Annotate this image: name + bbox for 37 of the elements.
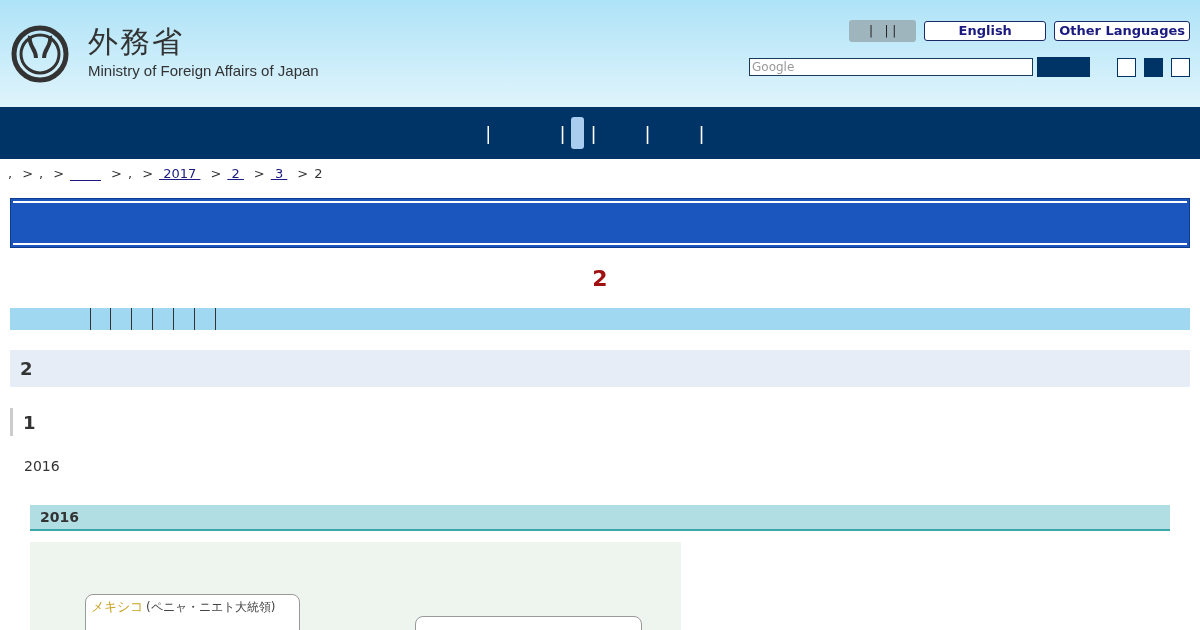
figure-caption: 2016	[40, 507, 79, 527]
breadcrumb-separator: >	[111, 165, 122, 184]
nav-item[interactable]	[571, 117, 585, 149]
nav-item[interactable]: |	[698, 119, 705, 147]
logo-subtitle: Ministry of Foreign Affairs of Japan	[88, 61, 319, 82]
breadcrumb-item: ,	[128, 165, 133, 184]
breadcrumb-separator: >	[210, 165, 222, 184]
utility-links[interactable]: | | |	[849, 20, 917, 42]
breadcrumb-separator: >	[53, 165, 65, 184]
search-field[interactable]: Google	[749, 58, 1033, 76]
breadcrumb-link[interactable]: 3	[270, 164, 288, 184]
breadcrumb-separator: >	[297, 165, 309, 184]
text-size-button[interactable]	[1117, 57, 1136, 77]
nav-item[interactable]: |	[485, 119, 492, 147]
text-size-button[interactable]	[1144, 57, 1163, 77]
leader-name: (ペニャ・ニエト大統領)	[146, 599, 276, 616]
breadcrumb-link[interactable]: 2017	[159, 164, 201, 184]
page-title: 2	[592, 264, 608, 293]
section-heading: 2	[20, 357, 33, 381]
subheading: 1	[23, 410, 36, 435]
country-name: メキシコ	[91, 598, 143, 616]
nav-item[interactable]: |	[644, 119, 651, 147]
text-size-button[interactable]	[1171, 57, 1190, 77]
language-link[interactable]: English	[924, 21, 1047, 41]
paragraph: 2016	[24, 457, 61, 476]
nav-item[interactable]: |	[590, 119, 597, 147]
breadcrumb-item: 2	[314, 165, 323, 184]
emblem-icon	[10, 23, 70, 84]
breadcrumb-separator: >	[22, 165, 34, 184]
breadcrumb-item: ,	[8, 165, 13, 184]
nav-item[interactable]: |	[559, 119, 566, 147]
breadcrumb-link[interactable]: 2	[227, 164, 244, 184]
breadcrumb-separator: >	[142, 165, 154, 184]
logo-title: 外務省	[88, 24, 185, 61]
breadcrumb-item: ,	[39, 165, 44, 184]
breadcrumb-separator: >	[253, 165, 265, 184]
language-link[interactable]: Other Languages	[1054, 21, 1190, 41]
